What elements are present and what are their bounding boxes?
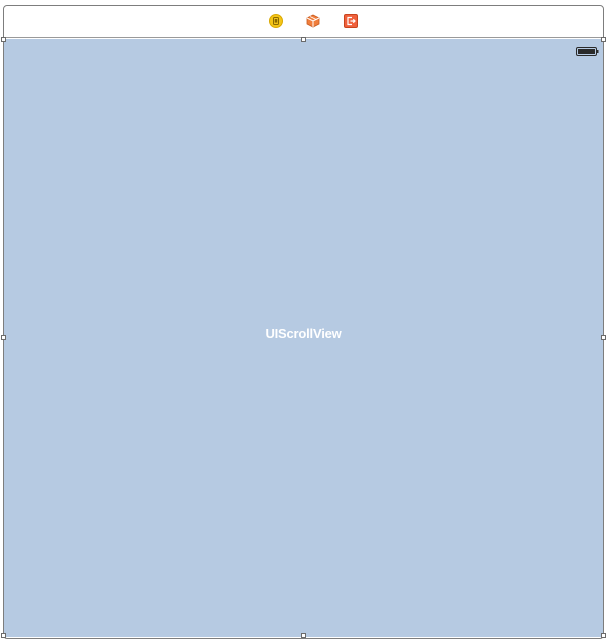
scene-frame: UIScrollView <box>1 5 606 639</box>
scene-dock <box>4 6 603 38</box>
exit-icon[interactable] <box>344 14 358 28</box>
resize-handle-right[interactable] <box>601 335 606 340</box>
resize-handle-left[interactable] <box>1 335 6 340</box>
resize-handle-top-left[interactable] <box>1 37 6 42</box>
scroll-view-canvas[interactable]: UIScrollView <box>4 39 603 637</box>
resize-handle-top[interactable] <box>301 37 306 42</box>
view-controller-icon[interactable] <box>269 14 283 28</box>
resize-handle-bottom[interactable] <box>301 633 306 638</box>
resize-handle-bottom-left[interactable] <box>1 633 6 638</box>
resize-handle-top-right[interactable] <box>601 37 606 42</box>
battery-icon <box>576 43 599 56</box>
scroll-view-label: UIScrollView <box>265 326 342 341</box>
first-responder-icon[interactable] <box>306 14 320 28</box>
resize-handle-bottom-right[interactable] <box>601 633 606 638</box>
